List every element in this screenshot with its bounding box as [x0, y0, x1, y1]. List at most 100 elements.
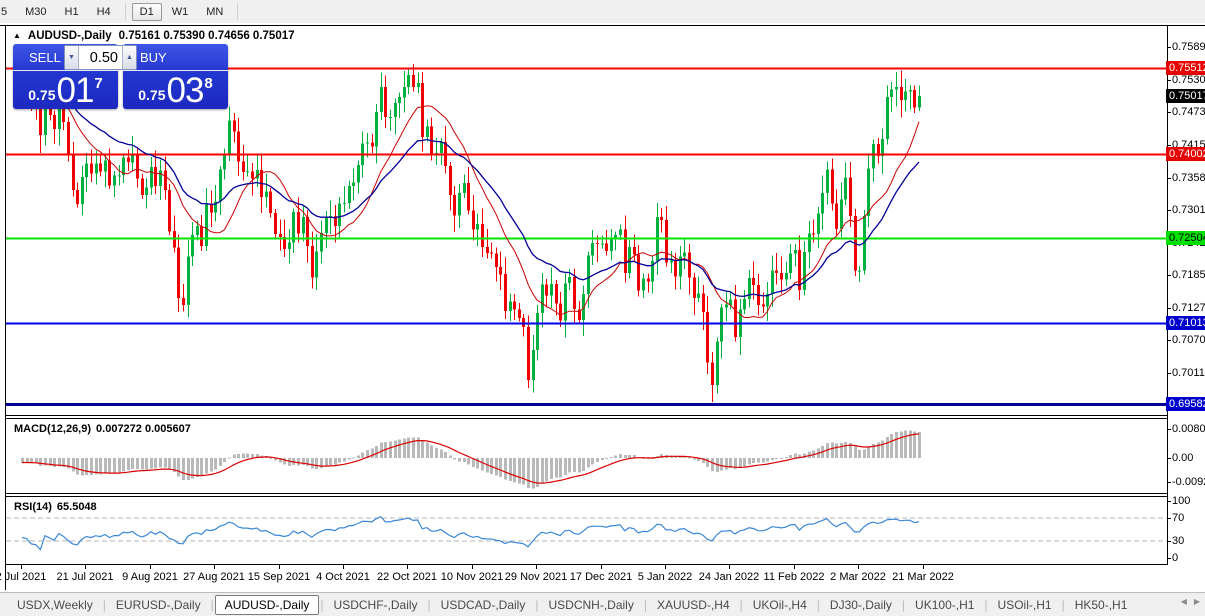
bear-candle: [849, 177, 852, 216]
price-axis-tick: [1167, 340, 1171, 341]
price-badge: 0.69582: [1166, 397, 1205, 411]
macd-histogram-bar: [596, 458, 599, 462]
bear-candle: [76, 190, 79, 205]
tab-separator: |: [320, 598, 324, 612]
chart-tab-usdx-weekly[interactable]: USDX,Weekly: [8, 596, 102, 614]
macd-histogram-bar: [348, 458, 351, 460]
macd-histogram-bar: [614, 455, 617, 458]
tab-separator: |: [901, 598, 906, 612]
macd-histogram-bar: [53, 458, 56, 467]
bear-candle: [177, 247, 180, 298]
macd-histogram-bar: [739, 458, 742, 468]
macd-axis-tick: [1167, 482, 1171, 483]
date-axis-label: 22 Oct 2021: [377, 571, 437, 583]
timeframe-button-mn[interactable]: MN: [198, 3, 231, 21]
price-badge: 0.75512: [1166, 61, 1205, 75]
bull-candle: [145, 187, 148, 196]
bear-candle: [486, 247, 489, 253]
macd-histogram-bar: [449, 455, 452, 458]
bear-candle: [490, 252, 493, 254]
macd-histogram-bar: [371, 448, 374, 458]
date-axis-label: 11 Feb 2022: [763, 571, 825, 583]
timeframe-button-m30[interactable]: M30: [17, 3, 54, 21]
bull-candle: [564, 283, 567, 321]
date-axis-tick: [858, 565, 859, 569]
bull-candle: [619, 229, 622, 236]
macd-histogram-bar: [624, 455, 627, 458]
scroll-right-icon[interactable]: ▶: [1194, 597, 1200, 606]
macd-histogram-bar: [269, 457, 272, 459]
timeframe-toolbar: 5 M30 H1 H4 D1 W1 MN: [0, 0, 1205, 23]
macd-axis-label: 0.008061: [1172, 423, 1205, 435]
macd-title: MACD(12,26,9): [14, 423, 92, 435]
buy-button[interactable]: BUY 0.75 03 8: [123, 44, 228, 109]
timeframe-button-w1[interactable]: W1: [164, 3, 197, 21]
bear-candle: [835, 203, 838, 229]
scroll-left-icon[interactable]: ◀: [1181, 597, 1187, 606]
rsi-title: RSI(14): [14, 501, 52, 513]
bull-candle: [895, 87, 898, 90]
macd-histogram-bar: [463, 458, 466, 463]
bull-candle: [670, 260, 673, 263]
macd-histogram-bar: [26, 458, 29, 463]
rsi-value: 65.5048: [56, 501, 97, 513]
macd-histogram-bar: [895, 432, 898, 458]
chart-tab-ukoil-h4[interactable]: UKOil-,H4: [744, 596, 816, 614]
chart-tab-xauusd-h4[interactable]: XAUUSD-,H4: [648, 596, 739, 614]
macd-histogram-bar: [844, 441, 847, 458]
rsi-axis-tick: [1167, 558, 1171, 559]
date-axis-label: 2 Mar 2022: [830, 571, 886, 583]
bull-candle: [95, 163, 98, 174]
chart-tab-usoil-h1[interactable]: USOil-,H1: [989, 596, 1061, 614]
rsi-pane[interactable]: [6, 497, 1167, 564]
bear-candle: [297, 212, 300, 234]
macd-histogram-bar: [513, 458, 516, 483]
bull-candle: [352, 182, 355, 186]
chart-tab-dj30-daily[interactable]: DJ30-,Daily: [821, 596, 901, 614]
macd-histogram-bar: [398, 439, 401, 458]
timeframe-button-d1[interactable]: D1: [131, 2, 162, 21]
volume-input[interactable]: [79, 46, 122, 69]
macd-histogram-bar: [743, 458, 746, 467]
chart-tab-uk100-h1[interactable]: UK100-,H1: [906, 596, 983, 614]
macd-histogram-bar: [297, 458, 300, 466]
chart-tab-hk50-h1[interactable]: HK50-,H1: [1066, 596, 1137, 614]
bear-candle: [624, 229, 627, 273]
bull-candle: [771, 270, 774, 294]
tab-separator: |: [427, 598, 431, 612]
volume-increase-button[interactable]: ▲: [122, 46, 136, 69]
date-axis-tick: [665, 565, 666, 569]
macd-histogram-bar: [890, 434, 893, 458]
macd-histogram-bar: [766, 458, 769, 462]
chart-tab-audusd-daily[interactable]: AUDUSD-,Daily: [214, 595, 320, 615]
bull-candle: [476, 223, 479, 230]
price-axis-tick: [1167, 80, 1171, 81]
bear-candle: [311, 245, 314, 278]
macd-histogram-bar: [578, 458, 581, 473]
bear-candle: [504, 274, 507, 311]
macd-histogram-bar: [693, 458, 696, 460]
timeframe-button-h1[interactable]: H1: [57, 3, 87, 21]
volume-decrease-button[interactable]: ▼: [65, 46, 79, 69]
chart-tab-usdchf-daily[interactable]: USDCHF-,Daily: [325, 596, 427, 614]
bear-candle: [605, 243, 608, 252]
macd-histogram-bar: [407, 437, 410, 458]
macd-histogram-bar: [145, 458, 148, 470]
bull-candle: [315, 251, 318, 278]
macd-histogram-bar: [858, 449, 861, 458]
collapse-panel-icon[interactable]: ▲: [13, 32, 21, 40]
chart-tab-eurusd-daily[interactable]: EURUSD-,Daily: [107, 596, 210, 614]
timeframe-button-h4[interactable]: H4: [89, 3, 119, 21]
sell-price-pip: 7: [94, 74, 103, 92]
chart-tab-usdcnh-daily[interactable]: USDCNH-,Daily: [539, 596, 642, 614]
chart-tab-usdcad-daily[interactable]: USDCAD-,Daily: [432, 596, 535, 614]
macd-histogram-bar: [904, 430, 907, 458]
sell-price-big: 01: [56, 70, 94, 110]
macd-histogram-bar: [545, 458, 548, 482]
price-badge: 0.74002: [1166, 147, 1205, 161]
bear-candle: [596, 243, 599, 245]
macd-histogram-bar: [311, 458, 314, 469]
timeframe-button-5[interactable]: 5: [0, 3, 15, 21]
macd-histogram-bar: [564, 458, 567, 475]
macd-histogram-bar: [794, 453, 797, 458]
